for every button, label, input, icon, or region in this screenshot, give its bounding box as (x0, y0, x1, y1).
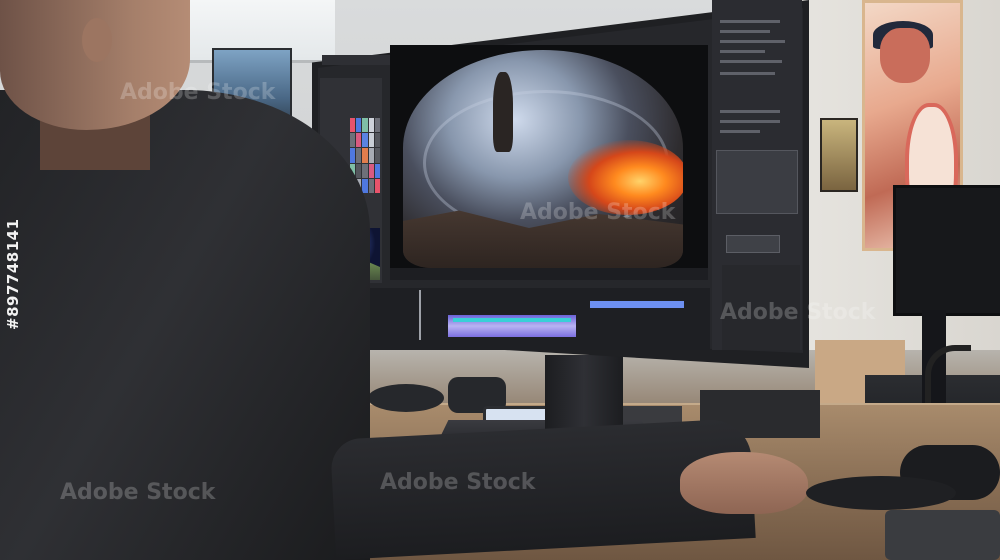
timeline-clip-blue[interactable] (590, 301, 684, 308)
transport-bar[interactable] (390, 268, 708, 280)
computer-mouse-right (806, 476, 956, 510)
watermark-text: Adobe Stock (380, 470, 536, 495)
tablet (885, 510, 1000, 560)
foreground-person-hand (680, 452, 808, 514)
secondary-monitor (893, 185, 1000, 316)
watermark-text: Adobe Stock (520, 200, 676, 225)
monitor-stand-neck (545, 355, 623, 430)
watermark-text: Adobe Stock (60, 480, 216, 505)
watermark-text: Adobe Stock (720, 300, 876, 325)
timeline-audio-track[interactable] (453, 318, 571, 322)
properties-button[interactable] (726, 235, 780, 253)
wall-art-small (820, 118, 858, 192)
properties-preview (716, 150, 798, 214)
skater-figure (493, 72, 513, 152)
watermark-stock-id: #897748141 (4, 218, 22, 330)
video-frame (403, 50, 683, 268)
watermark-text: Adobe Stock (120, 80, 276, 105)
photo-scene: Adobe Stock Adobe Stock Adobe Stock Adob… (0, 0, 1000, 560)
timeline-playhead[interactable] (419, 290, 421, 340)
